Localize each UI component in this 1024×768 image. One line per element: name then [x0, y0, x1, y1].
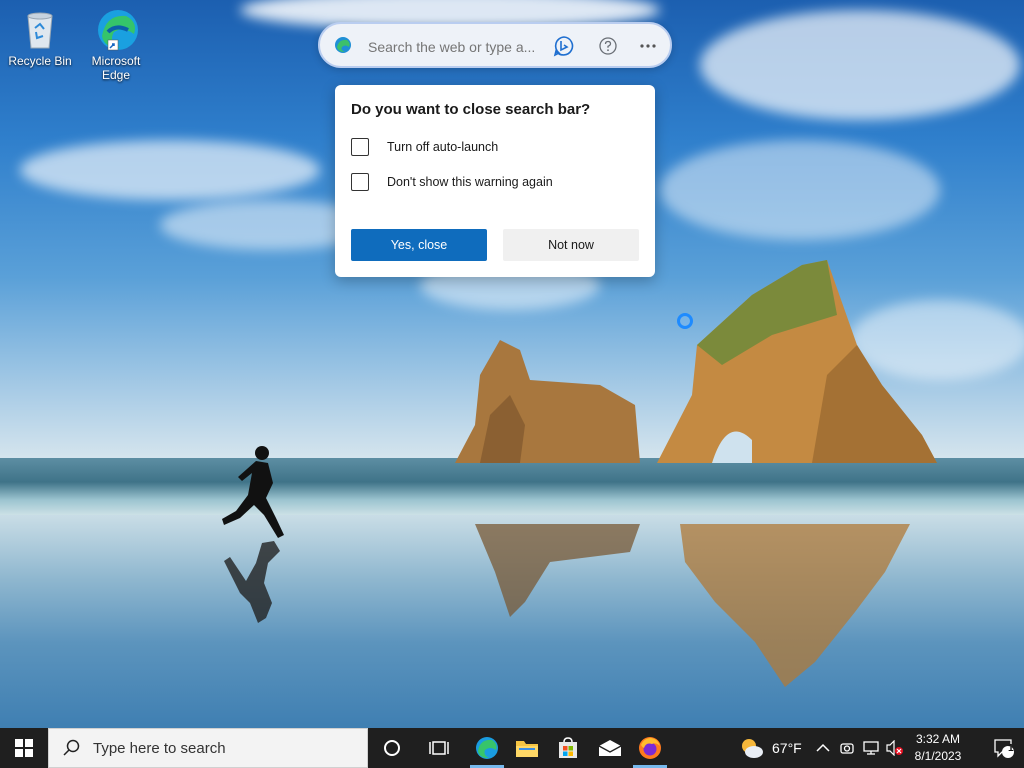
runner-silhouette — [222, 446, 284, 623]
edge-icon — [335, 37, 351, 53]
desktop-icon-recycle-bin[interactable]: Recycle Bin — [2, 8, 78, 68]
taskbar-edge[interactable] — [465, 728, 509, 768]
notification-center-button[interactable]: 1 — [984, 728, 1024, 768]
cortana-icon — [384, 740, 400, 756]
rock-reflection — [475, 524, 640, 617]
edge-icon — [94, 8, 138, 52]
dialog-title: Do you want to close search bar? — [351, 101, 591, 118]
start-button[interactable] — [0, 728, 48, 768]
mail-icon — [598, 740, 622, 756]
checkbox-box[interactable] — [351, 138, 369, 156]
store-icon — [559, 737, 577, 758]
yes-close-button[interactable]: Yes, close — [351, 229, 487, 261]
checkbox-label: Turn off auto-launch — [387, 140, 499, 154]
help-button[interactable] — [596, 34, 620, 58]
network-button[interactable] — [863, 740, 879, 756]
volume-button[interactable] — [886, 739, 903, 757]
system-clock[interactable]: 3:32 AM 8/1/2023 — [908, 731, 968, 765]
volume-muted-icon — [886, 739, 903, 757]
edge-search-bar[interactable] — [318, 22, 672, 68]
taskbar-microsoft-store[interactable] — [546, 728, 590, 768]
task-view-button[interactable] — [417, 728, 461, 768]
taskbar-mail[interactable] — [588, 728, 632, 768]
bing-chat-icon — [553, 36, 574, 57]
desktop-icon-label: Microsoft Edge — [91, 54, 141, 82]
checkbox-box[interactable] — [351, 173, 369, 191]
taskbar-firefox[interactable] — [628, 728, 672, 768]
sea — [0, 458, 1024, 518]
cortana-button[interactable] — [370, 728, 414, 768]
partly-cloudy-icon — [742, 739, 763, 758]
camera-icon — [840, 743, 854, 754]
checkbox-label: Don't show this warning again — [387, 175, 553, 189]
cloud — [660, 140, 940, 240]
edge-icon — [476, 737, 498, 759]
bing-chat-button[interactable] — [552, 34, 576, 58]
close-search-bar-dialog: Do you want to close search bar? Turn of… — [335, 85, 655, 277]
rock-reflection — [680, 524, 910, 687]
weather-temperature[interactable]: 67°F — [772, 740, 802, 756]
show-hidden-icons-button[interactable] — [815, 740, 831, 756]
cloud — [700, 10, 1020, 120]
search-input[interactable] — [366, 36, 540, 58]
weather-widget[interactable] — [738, 736, 764, 760]
desktop-icon-microsoft-edge[interactable]: Microsoft Edge — [78, 8, 154, 82]
not-now-button[interactable]: Not now — [503, 229, 639, 261]
arch-rock — [657, 260, 937, 463]
task-view-icon — [429, 741, 449, 755]
loading-cursor-icon — [677, 313, 693, 329]
folder-icon — [516, 741, 538, 757]
clock-time: 3:32 AM — [915, 732, 961, 746]
more-options-button[interactable] — [636, 34, 660, 58]
small-rock — [455, 340, 640, 463]
turn-off-auto-launch-checkbox[interactable]: Turn off auto-launch — [351, 136, 631, 158]
more-icon — [640, 44, 656, 48]
meet-now-button[interactable] — [839, 740, 855, 756]
cloud — [20, 140, 320, 200]
search-placeholder: Type here to search — [93, 739, 226, 757]
desktop-icon-label: Recycle Bin — [8, 54, 72, 68]
notification-count: 1 — [1008, 743, 1014, 754]
firefox-icon — [639, 737, 661, 759]
search-icon — [63, 739, 80, 756]
clock-date: 8/1/2023 — [914, 749, 962, 763]
dont-show-warning-checkbox[interactable]: Don't show this warning again — [351, 171, 631, 193]
network-icon — [863, 741, 879, 755]
help-icon — [599, 37, 617, 55]
taskbar-file-explorer[interactable] — [505, 728, 549, 768]
taskbar-search-box[interactable]: Type here to search — [48, 728, 368, 768]
taskbar: Type here to search 67°F 3:32 AM 8/1/202… — [0, 728, 1024, 768]
windows-logo-icon — [15, 739, 33, 757]
chevron-up-icon — [816, 743, 830, 752]
recycle-bin-icon — [18, 8, 62, 52]
